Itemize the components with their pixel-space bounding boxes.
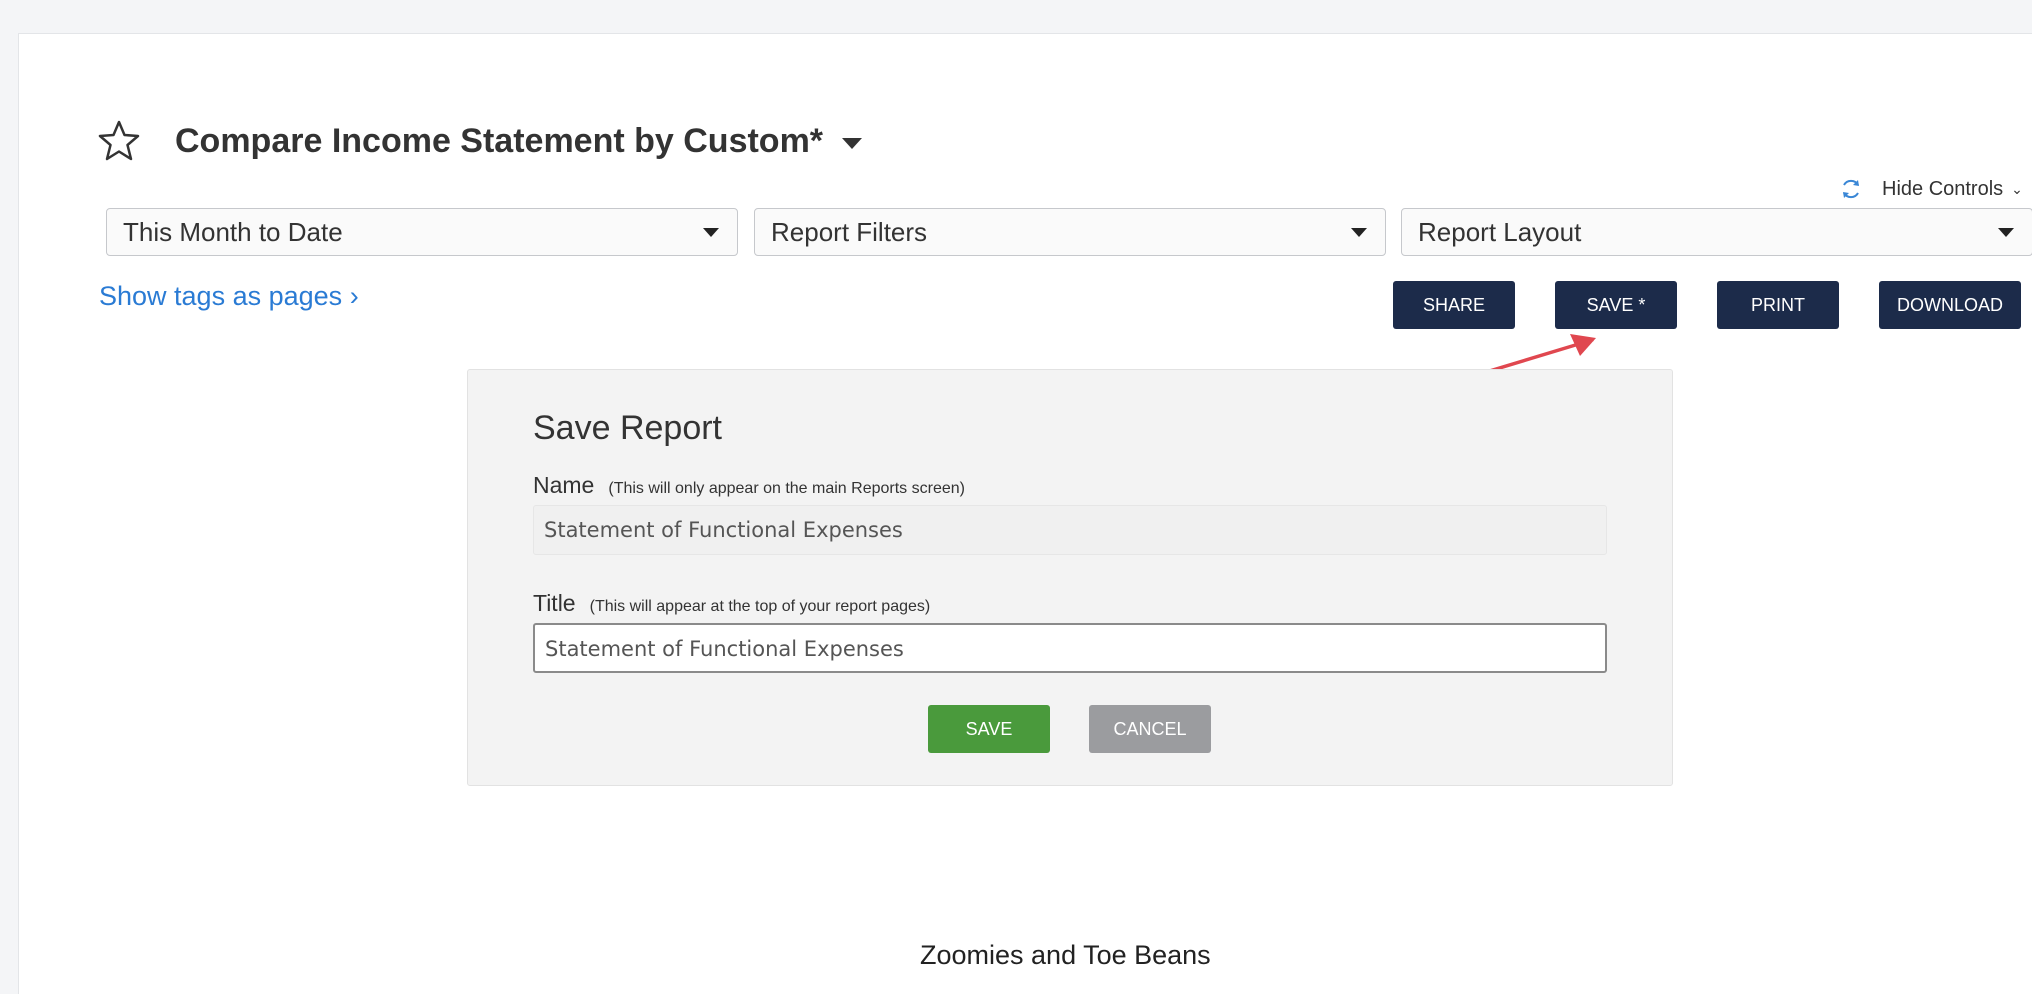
report-layout-dropdown[interactable]: Report Layout bbox=[1401, 208, 2032, 256]
hide-controls-label: Hide Controls bbox=[1882, 178, 2004, 200]
show-tags-as-pages-link[interactable]: Show tags as pages › bbox=[99, 278, 359, 314]
star-icon[interactable] bbox=[96, 118, 142, 164]
caret-down-icon bbox=[1351, 228, 1367, 237]
caret-down-icon bbox=[703, 228, 719, 237]
title-label: Title bbox=[533, 590, 576, 616]
report-filters-dropdown[interactable]: Report Filters bbox=[754, 208, 1386, 256]
save-report-button[interactable]: SAVE * bbox=[1555, 281, 1677, 329]
show-tags-label: Show tags as pages bbox=[99, 281, 343, 311]
title-field-label: Title (This will appear at the top of you… bbox=[533, 588, 930, 622]
chevron-right-icon: › bbox=[349, 281, 359, 311]
caret-down-icon bbox=[1998, 228, 2014, 237]
cancel-button[interactable]: CANCEL bbox=[1089, 705, 1211, 753]
date-range-value: This Month to Date bbox=[123, 217, 343, 247]
share-button[interactable]: SHARE bbox=[1393, 281, 1515, 329]
save-report-heading: Save Report bbox=[533, 409, 722, 447]
report-filters-label: Report Filters bbox=[771, 217, 928, 247]
title-menu-caret-icon[interactable] bbox=[842, 138, 862, 149]
title-hint: (This will appear at the top of your rep… bbox=[589, 598, 931, 615]
download-button[interactable]: DOWNLOAD bbox=[1879, 281, 2021, 329]
save-button[interactable]: SAVE bbox=[928, 705, 1050, 753]
report-title-input[interactable]: Statement of Functional Expenses bbox=[533, 623, 1607, 673]
report-name-input[interactable]: Statement of Functional Expenses bbox=[533, 505, 1607, 555]
chevron-down-icon: ⌄ bbox=[2011, 181, 2023, 197]
name-field-label: Name (This will only appear on the main R… bbox=[533, 470, 965, 504]
company-name: Zoomies and Toe Beans bbox=[920, 940, 1211, 970]
report-layout-label: Report Layout bbox=[1418, 217, 1582, 247]
date-range-dropdown[interactable]: This Month to Date bbox=[106, 208, 738, 256]
name-label: Name bbox=[533, 472, 595, 498]
print-button[interactable]: PRINT bbox=[1717, 281, 1839, 329]
report-title: Compare Income Statement by Custom* bbox=[175, 122, 824, 160]
hide-controls-toggle[interactable]: Hide Controls ⌄ bbox=[1838, 175, 2023, 203]
refresh-icon[interactable] bbox=[1838, 176, 1864, 202]
name-hint: (This will only appear on the main Repor… bbox=[608, 480, 965, 497]
